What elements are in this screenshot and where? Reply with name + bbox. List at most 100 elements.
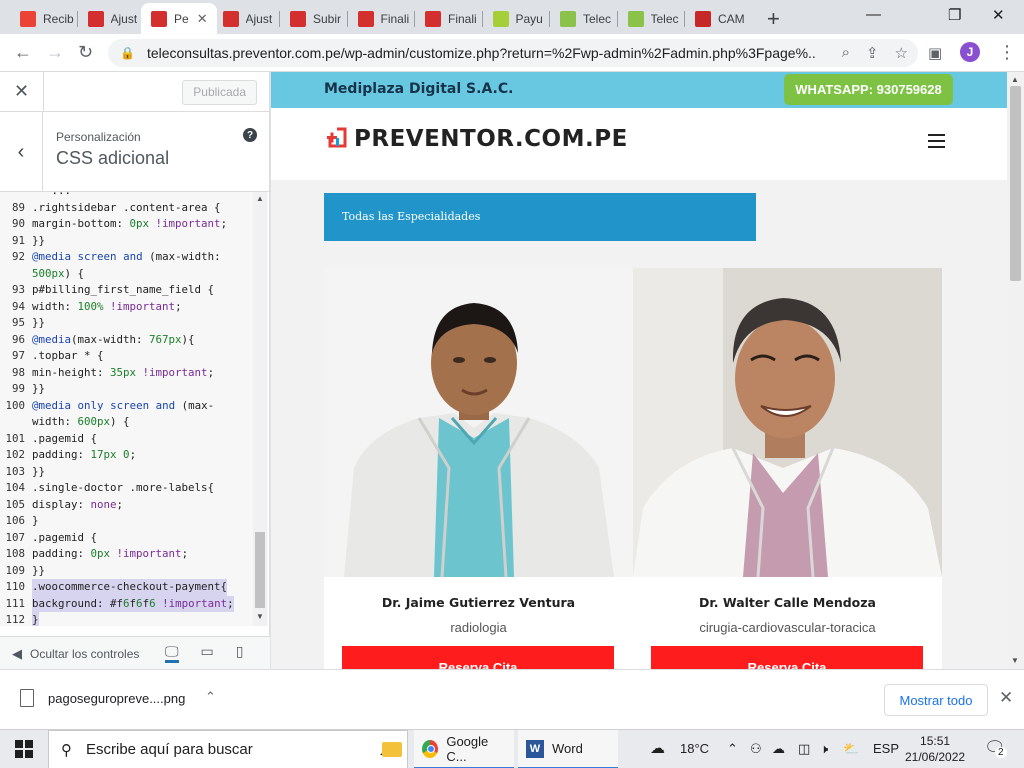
browser-tab[interactable]: CAM bbox=[685, 3, 753, 34]
code-text[interactable]: background: #f6f6f6 !important; bbox=[32, 595, 234, 612]
code-text[interactable]: }} bbox=[32, 464, 45, 481]
code-line[interactable]: 110 .woocommerce-checkout-payment{ bbox=[0, 579, 252, 596]
code-line[interactable]: 89 .rightsidebar .content-area { bbox=[0, 200, 252, 217]
code-line[interactable]: 100 @media only screen and (max- bbox=[0, 398, 252, 415]
code-text[interactable]: } bbox=[32, 513, 39, 530]
code-line[interactable]: 95}} bbox=[0, 315, 252, 332]
code-line[interactable]: 93 p#billing_first_name_field { bbox=[0, 282, 252, 299]
minimize-button[interactable]: — bbox=[866, 6, 881, 23]
profile-avatar[interactable]: J bbox=[960, 42, 980, 62]
code-text[interactable]: } bbox=[32, 612, 39, 626]
forward-arrow-icon[interactable]: → bbox=[46, 42, 64, 63]
download-file-name[interactable]: pagoseguropreve....png bbox=[48, 691, 185, 706]
help-icon[interactable]: ? bbox=[243, 128, 257, 142]
browser-tab[interactable]: Ajust bbox=[213, 3, 281, 34]
code-line[interactable]: ... bbox=[0, 192, 252, 200]
hide-controls-button[interactable]: ◀ Ocultar los controles bbox=[12, 646, 139, 662]
code-line[interactable]: 106} bbox=[0, 513, 252, 530]
chevron-up-icon[interactable]: ⌃ bbox=[727, 741, 738, 757]
code-text[interactable]: .topbar * { bbox=[32, 348, 104, 365]
browser-tab[interactable]: Telec bbox=[618, 3, 686, 34]
code-line[interactable]: 99}} bbox=[0, 381, 252, 398]
reserve-appointment-button[interactable]: Reserva Cita bbox=[342, 646, 614, 669]
editor-scrollbar[interactable]: ▲ ▼ bbox=[253, 192, 267, 626]
close-icon[interactable]: ✕ bbox=[999, 688, 1013, 708]
hamburger-menu-icon[interactable] bbox=[928, 134, 945, 152]
browser-tab[interactable]: Telec bbox=[550, 3, 618, 34]
code-line[interactable]: 94 width: 100% !important; bbox=[0, 299, 252, 316]
code-line[interactable]: 91}} bbox=[0, 233, 252, 250]
code-text[interactable]: }} bbox=[32, 315, 45, 332]
code-text[interactable]: .pagemid { bbox=[32, 530, 97, 547]
code-text[interactable]: @media screen and (max-width: bbox=[32, 249, 221, 266]
code-text[interactable]: .rightsidebar .content-area { bbox=[32, 200, 221, 217]
code-text[interactable]: padding: 17px 0; bbox=[32, 447, 136, 464]
taskbar-chrome[interactable]: Google C... bbox=[414, 730, 514, 768]
doctor-name[interactable]: Dr. Walter Calle Mendoza bbox=[633, 595, 942, 610]
maximize-button[interactable]: ❐ bbox=[948, 6, 961, 24]
code-line[interactable]: 112} bbox=[0, 612, 252, 626]
code-line[interactable]: 101 .pagemid { bbox=[0, 431, 252, 448]
browser-tab[interactable]: Subir bbox=[280, 3, 348, 34]
browser-tab[interactable]: Pe ✕ bbox=[141, 3, 217, 34]
code-text[interactable]: .single-doctor .more-labels{ bbox=[32, 480, 214, 497]
weather-cloud-icon[interactable]: ☁ bbox=[650, 739, 665, 757]
code-text[interactable]: p#billing_first_name_field { bbox=[32, 282, 214, 299]
code-text[interactable]: width: 600px) { bbox=[32, 414, 130, 431]
close-tab-icon[interactable]: ✕ bbox=[197, 11, 208, 27]
code-line[interactable]: 98 min-height: 35px !important; bbox=[0, 365, 252, 382]
zoom-icon[interactable]: ⌕ bbox=[842, 44, 850, 62]
file-explorer-icon[interactable] bbox=[374, 730, 410, 768]
mobile-preview-icon[interactable]: ▯ bbox=[236, 643, 244, 663]
taskbar-search[interactable]: ⚲ Escribe aquí para buscar ☁ bbox=[48, 730, 408, 768]
reserve-appointment-button[interactable]: Reserva Cita bbox=[651, 646, 923, 669]
all-specialties-link[interactable]: Todas las Especialidades bbox=[324, 193, 756, 241]
reload-icon[interactable]: ↻ bbox=[78, 42, 93, 63]
code-line[interactable]: width: 600px) { bbox=[0, 414, 252, 431]
publish-button[interactable]: Publicada bbox=[182, 80, 257, 105]
code-line[interactable]: 96 @media(max-width: 767px){ bbox=[0, 332, 252, 349]
windows-start-icon[interactable] bbox=[15, 740, 33, 758]
whatsapp-button[interactable]: WHATSAPP: 930759628 bbox=[784, 74, 953, 105]
code-line[interactable]: 104 .single-doctor .more-labels{ bbox=[0, 480, 252, 497]
close-icon[interactable]: ✕ bbox=[14, 81, 29, 102]
code-line[interactable]: 92 @media screen and (max-width: bbox=[0, 249, 252, 266]
menu-dots-icon[interactable]: ⋮ bbox=[998, 42, 1016, 63]
code-text[interactable]: }} bbox=[32, 563, 45, 580]
browser-tab[interactable]: Recib bbox=[10, 3, 78, 34]
back-arrow-icon[interactable]: ← bbox=[14, 42, 32, 63]
code-line[interactable]: 97 .topbar * { bbox=[0, 348, 252, 365]
code-line[interactable]: 102 padding: 17px 0; bbox=[0, 447, 252, 464]
code-text[interactable]: .woocommerce-checkout-payment{ bbox=[32, 579, 228, 596]
taskbar-word[interactable]: W Word bbox=[518, 730, 618, 768]
desktop-preview-icon[interactable]: 🖵 bbox=[165, 643, 179, 663]
system-clock[interactable]: 15:51 21/06/2022 bbox=[905, 733, 965, 765]
preview-scrollbar[interactable]: ▲ ▼ bbox=[1007, 72, 1024, 669]
code-text[interactable]: .pagemid { bbox=[32, 431, 97, 448]
volume-muted-icon[interactable]: 🕨 bbox=[820, 741, 828, 757]
code-text[interactable]: margin-bottom: 0px !important; bbox=[32, 216, 227, 233]
code-text[interactable]: }} bbox=[32, 233, 45, 250]
code-text[interactable]: @media(max-width: 767px){ bbox=[32, 332, 195, 349]
weather-temp[interactable]: 18°C bbox=[680, 741, 709, 756]
code-text[interactable]: }} bbox=[32, 381, 45, 398]
close-window-button[interactable]: ✕ bbox=[992, 6, 1005, 24]
code-line[interactable]: 500px) { bbox=[0, 266, 252, 283]
browser-tab[interactable]: Finali bbox=[415, 3, 483, 34]
code-line[interactable]: 108 padding: 0px !important; bbox=[0, 546, 252, 563]
share-icon[interactable]: ⇪ bbox=[866, 44, 879, 62]
new-tab-button[interactable]: + bbox=[767, 6, 780, 32]
onedrive-icon[interactable]: ☁ bbox=[772, 741, 785, 757]
browser-tab[interactable]: Payu bbox=[483, 3, 551, 34]
site-logo[interactable]: PREVENTOR.COM.PE bbox=[324, 126, 628, 152]
browser-tab[interactable]: Ajust bbox=[78, 3, 146, 34]
code-line[interactable]: 111 background: #f6f6f6 !important; bbox=[0, 595, 252, 612]
code-text[interactable]: 500px) { bbox=[32, 266, 84, 283]
browser-tab[interactable]: Finali bbox=[348, 3, 416, 34]
code-text[interactable]: display: none; bbox=[32, 497, 123, 514]
back-chevron-icon[interactable]: ‹ bbox=[0, 112, 43, 192]
language-indicator[interactable]: ESP bbox=[873, 741, 899, 756]
show-all-button[interactable]: Mostrar todo bbox=[884, 684, 988, 716]
code-line[interactable]: 90 margin-bottom: 0px !important; bbox=[0, 216, 252, 233]
code-line[interactable]: 107 .pagemid { bbox=[0, 530, 252, 547]
